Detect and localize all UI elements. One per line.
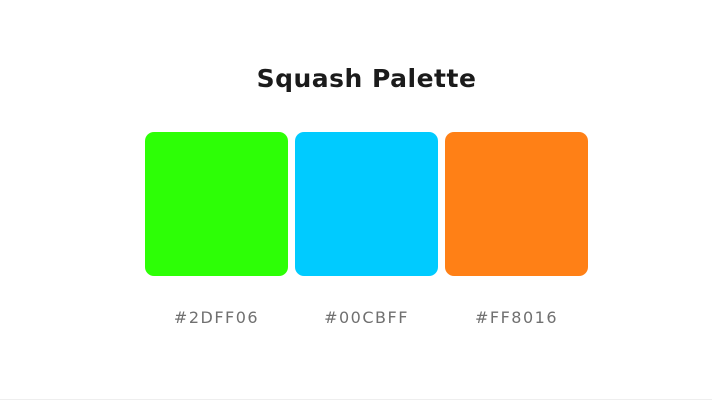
color-code-green: #2DFF06: [173, 308, 260, 327]
color-swatch-green: [145, 132, 288, 276]
color-swatch-cyan: [295, 132, 438, 276]
color-code-orange: #FF8016: [474, 308, 559, 327]
color-code-cyan: #00CBFF: [324, 308, 409, 327]
swatch-row: [145, 132, 588, 276]
palette-title: Squash Palette: [256, 64, 477, 93]
color-swatch-orange: [445, 132, 588, 276]
